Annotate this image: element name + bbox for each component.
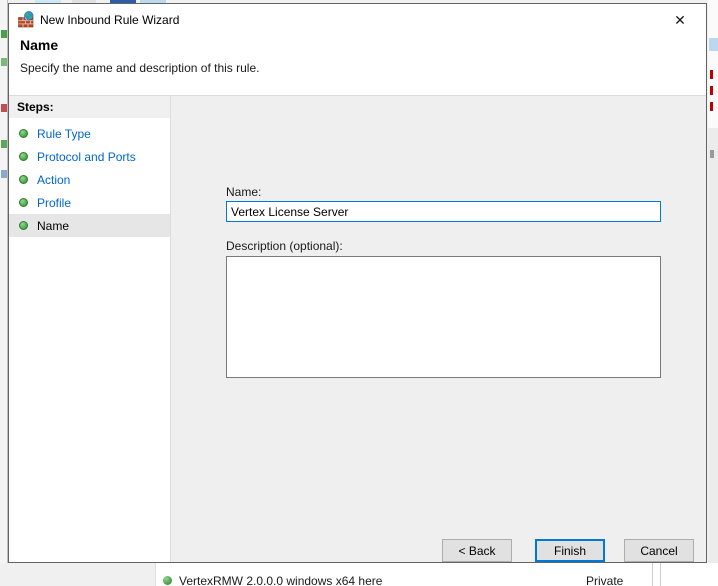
titlebar[interactable]: New Inbound Rule Wizard ✕ [9,4,706,35]
step-bullet-icon [19,152,28,161]
steps-panel: Steps: Rule Type Protocol and Ports Acti… [9,96,171,562]
content-panel: Name: Description (optional): < Back Fin… [171,96,706,562]
finish-button[interactable]: Finish [535,539,605,562]
description-field-label: Description (optional): [226,239,343,253]
step-item-profile[interactable]: Profile [9,191,170,214]
window-title: New Inbound Rule Wizard [40,13,180,27]
background-selection-fragment [709,38,718,51]
screen: VertexRMW 2.0.0.0 windows x64 here Priva… [0,0,718,586]
background-rule-row-text: VertexRMW 2.0.0.0 windows x64 here [179,574,383,586]
step-item-protocol-and-ports[interactable]: Protocol and Ports [9,145,170,168]
step-item-rule-type[interactable]: Rule Type [9,122,170,145]
background-icon-fragment [1,140,7,148]
background-tree-sliver [0,563,156,586]
step-label: Protocol and Ports [37,149,136,164]
step-bullet-icon [19,198,28,207]
rule-description-textarea[interactable] [226,256,661,378]
column-divider [652,563,653,586]
steps-list: Rule Type Protocol and Ports Action Prof… [9,122,170,237]
step-label: Profile [37,195,72,210]
step-label: Name [37,218,70,233]
wizard-header: Name Specify the name and description of… [9,35,706,96]
background-window-left-sliver [0,0,8,563]
background-icon-fragment [1,58,7,66]
background-text-fragment [710,102,713,111]
step-item-name[interactable]: Name [9,214,170,237]
cancel-button[interactable]: Cancel [624,539,694,562]
rule-name-input[interactable] [226,201,661,222]
close-button[interactable]: ✕ [664,7,696,33]
new-inbound-rule-wizard-dialog: New Inbound Rule Wizard ✕ Name Specify t… [8,3,707,563]
background-text-fragment [710,86,713,95]
firewall-icon [18,11,35,28]
background-rule-profile-cell: Private [586,574,624,586]
close-icon: ✕ [674,11,686,28]
step-bullet-icon [19,175,28,184]
background-text-fragment [710,150,714,158]
background-text-fragment [710,70,713,79]
name-field-label: Name: [226,185,262,199]
step-item-action[interactable]: Action [9,168,170,191]
background-icon-fragment [1,104,7,112]
page-title: Name [20,37,59,53]
step-bullet-icon [19,129,28,138]
step-label: Action [37,172,71,187]
step-label: Rule Type [37,126,91,141]
back-button[interactable]: < Back [442,539,512,562]
background-icon-fragment [1,30,7,38]
column-divider [660,563,661,586]
page-subtitle: Specify the name and description of this… [20,61,260,75]
rule-enabled-icon [163,576,172,585]
background-icon-fragment [1,170,7,178]
step-bullet-icon [19,221,28,230]
steps-heading: Steps: [9,96,170,119]
